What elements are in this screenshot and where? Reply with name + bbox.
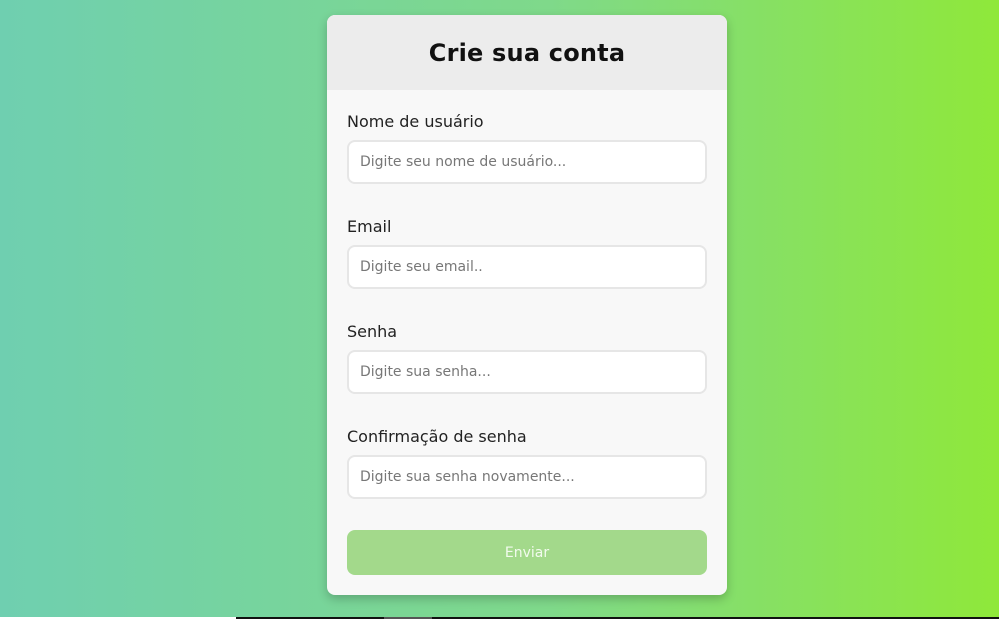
username-field-group: Nome de usuário bbox=[347, 111, 707, 184]
password-input[interactable] bbox=[347, 350, 707, 394]
password-field-group: Senha bbox=[347, 321, 707, 394]
signup-card: Crie sua conta Nome de usuário Email Sen… bbox=[327, 15, 727, 595]
form-title: Crie sua conta bbox=[428, 38, 626, 67]
username-label: Nome de usuário bbox=[347, 112, 484, 131]
password-label: Senha bbox=[347, 322, 398, 341]
confirm-password-label: Confirmação de senha bbox=[347, 427, 527, 446]
card-header: Crie sua conta bbox=[327, 15, 727, 90]
confirm-password-input[interactable] bbox=[347, 455, 707, 499]
confirm-password-field-group: Confirmação de senha bbox=[347, 426, 707, 499]
email-field-group: Email bbox=[347, 216, 707, 289]
email-input[interactable] bbox=[347, 245, 707, 289]
username-input[interactable] bbox=[347, 140, 707, 184]
submit-button[interactable]: Enviar bbox=[347, 530, 707, 575]
email-label: Email bbox=[347, 217, 392, 236]
